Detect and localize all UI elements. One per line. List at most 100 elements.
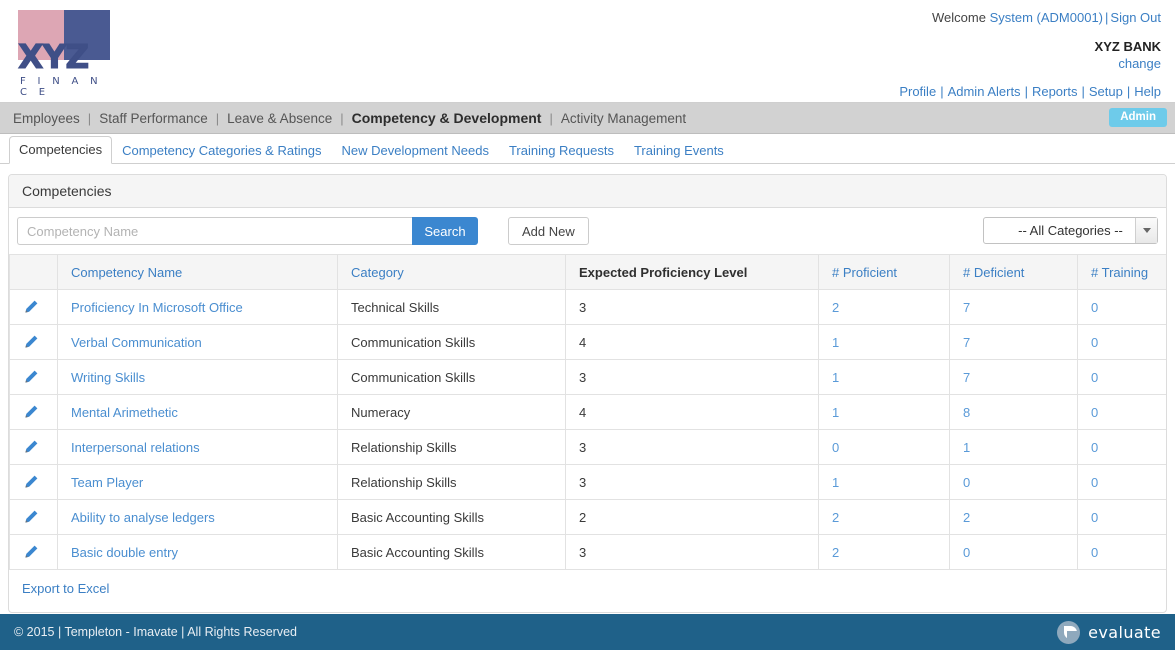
tab-training-events[interactable]: Training Events <box>624 137 734 164</box>
copyright-text: © 2015 | Templeton - Imavate | All Right… <box>14 625 297 639</box>
proficient-count-link[interactable]: 0 <box>832 440 839 455</box>
deficient-count-link[interactable]: 0 <box>963 545 970 560</box>
edit-competency-button[interactable] <box>9 429 58 465</box>
training-count-link[interactable]: 0 <box>1091 545 1098 560</box>
competency-name-link[interactable]: Proficiency In Microsoft Office <box>71 300 243 315</box>
sign-out-link[interactable]: Sign Out <box>1110 10 1161 25</box>
competency-name-link[interactable]: Interpersonal relations <box>71 440 200 455</box>
footer-brand: evaluate <box>1057 620 1161 644</box>
cell-expected-proficiency: 4 <box>565 324 819 360</box>
header-competency-name[interactable]: Competency Name <box>57 254 338 290</box>
deficient-count-link[interactable]: 0 <box>963 475 970 490</box>
training-count-link[interactable]: 0 <box>1091 440 1098 455</box>
competencies-table: Competency Name Category Expected Profic… <box>9 254 1166 570</box>
deficient-count-link[interactable]: 2 <box>963 510 970 525</box>
edit-competency-button[interactable] <box>9 289 58 325</box>
cell-category: Technical Skills <box>337 289 566 325</box>
edit-competency-button[interactable] <box>9 359 58 395</box>
export-to-excel-link[interactable]: Export to Excel <box>22 581 109 596</box>
cell-proficient: 2 <box>818 499 950 535</box>
proficient-count-link[interactable]: 1 <box>832 405 839 420</box>
edit-competency-button[interactable] <box>9 499 58 535</box>
cell-competency-name: Basic double entry <box>57 534 338 570</box>
table-row: Ability to analyse ledgers Basic Accounti… <box>9 499 1166 535</box>
cell-category: Communication Skills <box>337 324 566 360</box>
cell-category: Communication Skills <box>337 359 566 395</box>
nav-item-staff-performance[interactable]: Staff Performance <box>99 111 208 126</box>
proficient-count-link[interactable]: 1 <box>832 370 839 385</box>
tab-competency-categories-ratings[interactable]: Competency Categories & Ratings <box>112 137 331 164</box>
cell-deficient: 7 <box>949 324 1078 360</box>
nav-item-activity-management[interactable]: Activity Management <box>561 111 686 126</box>
table-row: Writing Skills Communication Skills 3 1 7 0 <box>9 359 1166 395</box>
profile-link[interactable]: Profile <box>899 84 936 99</box>
chevron-down-icon <box>1135 218 1157 243</box>
deficient-count-link[interactable]: 7 <box>963 335 970 350</box>
panel-toolbar: Search Add New -- All Categories -- <box>9 208 1166 254</box>
edit-competency-button[interactable] <box>9 394 58 430</box>
admin-role-badge[interactable]: Admin <box>1109 108 1167 127</box>
header-edit <box>9 254 58 290</box>
current-user-link[interactable]: System (ADM0001) <box>990 10 1103 25</box>
training-count-link[interactable]: 0 <box>1091 475 1098 490</box>
competency-name-link[interactable]: Mental Arimethetic <box>71 405 178 420</box>
sort-category[interactable]: Category <box>351 265 404 280</box>
setup-link[interactable]: Setup <box>1089 84 1123 99</box>
edit-competency-button[interactable] <box>9 534 58 570</box>
competency-name-link[interactable]: Ability to analyse ledgers <box>71 510 215 525</box>
category-filter-select[interactable]: -- All Categories -- <box>983 217 1158 244</box>
nav-item-competency-development[interactable]: Competency & Development <box>352 110 542 126</box>
header-training[interactable]: # Training <box>1077 254 1166 290</box>
cell-competency-name: Verbal Communication <box>57 324 338 360</box>
competency-name-link[interactable]: Writing Skills <box>71 370 145 385</box>
training-count-link[interactable]: 0 <box>1091 370 1098 385</box>
tab-strip: Competencies Competency Categories & Rat… <box>0 134 1175 164</box>
sort-proficient[interactable]: # Proficient <box>832 265 897 280</box>
tab-new-development-needs[interactable]: New Development Needs <box>332 137 499 164</box>
logo-subtext: F I N A N C E <box>20 76 102 98</box>
change-organisation-link[interactable]: change <box>1118 56 1161 71</box>
search-input[interactable] <box>17 217 412 245</box>
admin-alerts-link[interactable]: Admin Alerts <box>948 84 1021 99</box>
cell-deficient: 0 <box>949 534 1078 570</box>
edit-competency-button[interactable] <box>9 464 58 500</box>
cell-expected-proficiency: 3 <box>565 534 819 570</box>
header-deficient[interactable]: # Deficient <box>949 254 1078 290</box>
competencies-panel: Competencies Search Add New -- All Categ… <box>8 174 1167 613</box>
proficient-count-link[interactable]: 1 <box>832 475 839 490</box>
help-link[interactable]: Help <box>1134 84 1161 99</box>
deficient-count-link[interactable]: 1 <box>963 440 970 455</box>
nav-item-employees[interactable]: Employees <box>13 111 80 126</box>
cell-category: Relationship Skills <box>337 429 566 465</box>
deficient-count-link[interactable]: 8 <box>963 405 970 420</box>
tab-competencies[interactable]: Competencies <box>9 136 113 164</box>
tab-training-requests[interactable]: Training Requests <box>499 137 624 164</box>
proficient-count-link[interactable]: 2 <box>832 545 839 560</box>
proficient-count-link[interactable]: 2 <box>832 300 839 315</box>
competency-name-link[interactable]: Verbal Communication <box>71 335 202 350</box>
panel-title: Competencies <box>9 175 1166 208</box>
training-count-link[interactable]: 0 <box>1091 405 1098 420</box>
sort-training[interactable]: # Training <box>1091 265 1148 280</box>
nav-sep-3: | <box>340 110 344 126</box>
header-proficient[interactable]: # Proficient <box>818 254 950 290</box>
proficient-count-link[interactable]: 1 <box>832 335 839 350</box>
search-button[interactable]: Search <box>412 217 478 245</box>
training-count-link[interactable]: 0 <box>1091 510 1098 525</box>
competency-name-link[interactable]: Team Player <box>71 475 143 490</box>
sort-deficient[interactable]: # Deficient <box>963 265 1024 280</box>
cell-training: 0 <box>1077 324 1166 360</box>
proficient-count-link[interactable]: 2 <box>832 510 839 525</box>
reports-link[interactable]: Reports <box>1032 84 1078 99</box>
header-category[interactable]: Category <box>337 254 566 290</box>
deficient-count-link[interactable]: 7 <box>963 370 970 385</box>
sort-competency-name[interactable]: Competency Name <box>71 265 182 280</box>
competency-name-link[interactable]: Basic double entry <box>71 545 178 560</box>
table-row: Verbal Communication Communication Skills… <box>9 324 1166 360</box>
add-new-button[interactable]: Add New <box>508 217 589 245</box>
nav-item-leave-absence[interactable]: Leave & Absence <box>227 111 332 126</box>
training-count-link[interactable]: 0 <box>1091 300 1098 315</box>
edit-competency-button[interactable] <box>9 324 58 360</box>
training-count-link[interactable]: 0 <box>1091 335 1098 350</box>
deficient-count-link[interactable]: 7 <box>963 300 970 315</box>
